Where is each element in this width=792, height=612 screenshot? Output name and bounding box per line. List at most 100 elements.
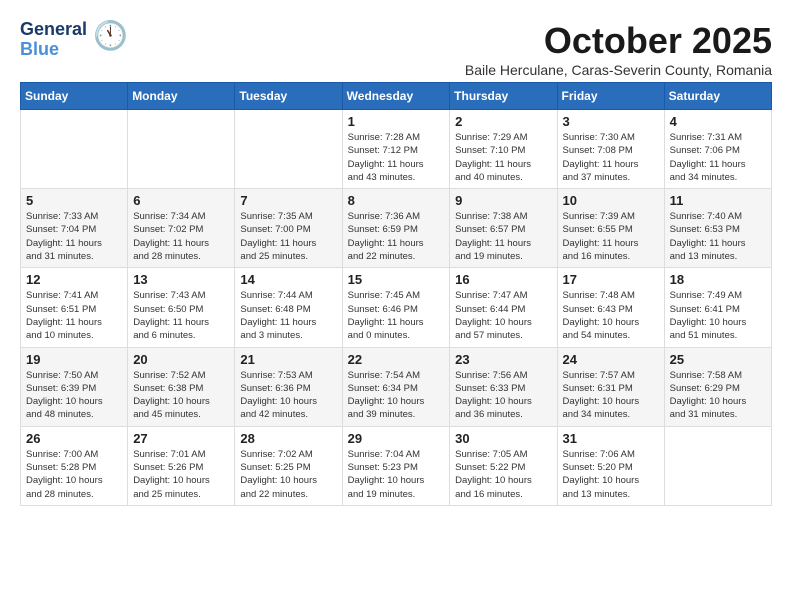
day-info: Sunrise: 7:48 AM Sunset: 6:43 PM Dayligh…	[563, 289, 659, 342]
day-header-monday: Monday	[128, 83, 235, 110]
day-info: Sunrise: 7:31 AM Sunset: 7:06 PM Dayligh…	[670, 131, 766, 184]
day-number: 22	[348, 352, 445, 367]
day-info: Sunrise: 7:56 AM Sunset: 6:33 PM Dayligh…	[455, 369, 551, 422]
day-number: 23	[455, 352, 551, 367]
calendar-cell: 23 Sunrise: 7:56 AM Sunset: 6:33 PM Dayli…	[450, 347, 557, 426]
day-number: 27	[133, 431, 229, 446]
day-number: 15	[348, 272, 445, 287]
calendar-cell: 26 Sunrise: 7:00 AM Sunset: 5:28 PM Dayli…	[21, 426, 128, 505]
day-info: Sunrise: 7:34 AM Sunset: 7:02 PM Dayligh…	[133, 210, 229, 263]
day-info: Sunrise: 7:39 AM Sunset: 6:55 PM Dayligh…	[563, 210, 659, 263]
day-info: Sunrise: 7:41 AM Sunset: 6:51 PM Dayligh…	[26, 289, 122, 342]
day-header-sunday: Sunday	[21, 83, 128, 110]
calendar-cell: 29Sunrise: 7:04 AM Sunset: 5:23 PM Dayli…	[342, 426, 450, 505]
day-number: 7	[240, 193, 336, 208]
calendar-cell: 12 Sunrise: 7:41 AM Sunset: 6:51 PM Dayli…	[21, 268, 128, 347]
calendar-header-row: SundayMondayTuesdayWednesdayThursdayFrid…	[21, 83, 772, 110]
calendar-cell: 7 Sunrise: 7:35 AM Sunset: 7:00 PM Daylig…	[235, 189, 342, 268]
calendar-cell: 24 Sunrise: 7:57 AM Sunset: 6:31 PM Dayli…	[557, 347, 664, 426]
calendar-cell: 25Sunrise: 7:58 AM Sunset: 6:29 PM Dayli…	[664, 347, 771, 426]
day-info: Sunrise: 7:52 AM Sunset: 6:38 PM Dayligh…	[133, 369, 229, 422]
calendar-cell: 1 Sunrise: 7:28 AM Sunset: 7:12 PM Daylig…	[342, 110, 450, 189]
day-info: Sunrise: 7:00 AM Sunset: 5:28 PM Dayligh…	[26, 448, 122, 501]
day-number: 3	[563, 114, 659, 129]
calendar-cell: 19 Sunrise: 7:50 AM Sunset: 6:39 PM Dayli…	[21, 347, 128, 426]
day-number: 18	[670, 272, 766, 287]
calendar-week-row: 26 Sunrise: 7:00 AM Sunset: 5:28 PM Dayli…	[21, 426, 772, 505]
day-number: 31	[563, 431, 659, 446]
logo-line1: General	[20, 20, 87, 40]
day-number: 12	[26, 272, 122, 287]
day-info: Sunrise: 7:33 AM Sunset: 7:04 PM Dayligh…	[26, 210, 122, 263]
logo-bird-icon: 🕚	[93, 19, 128, 52]
day-number: 5	[26, 193, 122, 208]
calendar-week-row: 12 Sunrise: 7:41 AM Sunset: 6:51 PM Dayli…	[21, 268, 772, 347]
calendar-cell: 9 Sunrise: 7:38 AM Sunset: 6:57 PM Daylig…	[450, 189, 557, 268]
day-number: 24	[563, 352, 659, 367]
day-info: Sunrise: 7:53 AM Sunset: 6:36 PM Dayligh…	[240, 369, 336, 422]
day-info: Sunrise: 7:50 AM Sunset: 6:39 PM Dayligh…	[26, 369, 122, 422]
day-number: 19	[26, 352, 122, 367]
page-header: General Blue 🕚 October 2025 Baile Hercul…	[20, 20, 772, 78]
calendar-cell: 15 Sunrise: 7:45 AM Sunset: 6:46 PM Dayli…	[342, 268, 450, 347]
day-number: 28	[240, 431, 336, 446]
day-number: 13	[133, 272, 229, 287]
day-number: 16	[455, 272, 551, 287]
calendar-cell	[21, 110, 128, 189]
day-header-wednesday: Wednesday	[342, 83, 450, 110]
day-info: Sunrise: 7:35 AM Sunset: 7:00 PM Dayligh…	[240, 210, 336, 263]
calendar-week-row: 5 Sunrise: 7:33 AM Sunset: 7:04 PM Daylig…	[21, 189, 772, 268]
day-number: 14	[240, 272, 336, 287]
calendar-cell: 2 Sunrise: 7:29 AM Sunset: 7:10 PM Daylig…	[450, 110, 557, 189]
day-header-thursday: Thursday	[450, 83, 557, 110]
calendar-cell: 4 Sunrise: 7:31 AM Sunset: 7:06 PM Daylig…	[664, 110, 771, 189]
day-info: Sunrise: 7:36 AM Sunset: 6:59 PM Dayligh…	[348, 210, 445, 263]
calendar-cell	[664, 426, 771, 505]
day-info: Sunrise: 7:30 AM Sunset: 7:08 PM Dayligh…	[563, 131, 659, 184]
calendar-cell: 22Sunrise: 7:54 AM Sunset: 6:34 PM Dayli…	[342, 347, 450, 426]
calendar-cell: 10 Sunrise: 7:39 AM Sunset: 6:55 PM Dayli…	[557, 189, 664, 268]
day-header-saturday: Saturday	[664, 83, 771, 110]
day-info: Sunrise: 7:29 AM Sunset: 7:10 PM Dayligh…	[455, 131, 551, 184]
day-number: 2	[455, 114, 551, 129]
day-header-friday: Friday	[557, 83, 664, 110]
calendar-cell: 5 Sunrise: 7:33 AM Sunset: 7:04 PM Daylig…	[21, 189, 128, 268]
calendar-cell: 17 Sunrise: 7:48 AM Sunset: 6:43 PM Dayli…	[557, 268, 664, 347]
day-info: Sunrise: 7:45 AM Sunset: 6:46 PM Dayligh…	[348, 289, 445, 342]
day-number: 30	[455, 431, 551, 446]
calendar-week-row: 19 Sunrise: 7:50 AM Sunset: 6:39 PM Dayli…	[21, 347, 772, 426]
month-title: October 2025	[465, 20, 772, 62]
day-info: Sunrise: 7:28 AM Sunset: 7:12 PM Dayligh…	[348, 131, 445, 184]
day-number: 6	[133, 193, 229, 208]
day-number: 10	[563, 193, 659, 208]
day-number: 8	[348, 193, 445, 208]
calendar-cell: 31Sunrise: 7:06 AM Sunset: 5:20 PM Dayli…	[557, 426, 664, 505]
day-number: 4	[670, 114, 766, 129]
logo-line2: Blue	[20, 40, 87, 60]
day-info: Sunrise: 7:44 AM Sunset: 6:48 PM Dayligh…	[240, 289, 336, 342]
calendar-week-row: 1 Sunrise: 7:28 AM Sunset: 7:12 PM Daylig…	[21, 110, 772, 189]
day-number: 1	[348, 114, 445, 129]
day-info: Sunrise: 7:38 AM Sunset: 6:57 PM Dayligh…	[455, 210, 551, 263]
calendar-cell	[128, 110, 235, 189]
day-info: Sunrise: 7:57 AM Sunset: 6:31 PM Dayligh…	[563, 369, 659, 422]
logo: General Blue 🕚	[20, 20, 128, 60]
day-info: Sunrise: 7:58 AM Sunset: 6:29 PM Dayligh…	[670, 369, 766, 422]
calendar-cell: 18Sunrise: 7:49 AM Sunset: 6:41 PM Dayli…	[664, 268, 771, 347]
calendar-cell: 14 Sunrise: 7:44 AM Sunset: 6:48 PM Dayli…	[235, 268, 342, 347]
day-number: 9	[455, 193, 551, 208]
calendar-cell: 27 Sunrise: 7:01 AM Sunset: 5:26 PM Dayli…	[128, 426, 235, 505]
day-info: Sunrise: 7:01 AM Sunset: 5:26 PM Dayligh…	[133, 448, 229, 501]
day-info: Sunrise: 7:43 AM Sunset: 6:50 PM Dayligh…	[133, 289, 229, 342]
day-number: 17	[563, 272, 659, 287]
calendar-cell: 16 Sunrise: 7:47 AM Sunset: 6:44 PM Dayli…	[450, 268, 557, 347]
calendar-cell: 28Sunrise: 7:02 AM Sunset: 5:25 PM Dayli…	[235, 426, 342, 505]
day-number: 29	[348, 431, 445, 446]
day-number: 21	[240, 352, 336, 367]
day-info: Sunrise: 7:05 AM Sunset: 5:22 PM Dayligh…	[455, 448, 551, 501]
day-number: 26	[26, 431, 122, 446]
day-info: Sunrise: 7:47 AM Sunset: 6:44 PM Dayligh…	[455, 289, 551, 342]
calendar-cell: 11Sunrise: 7:40 AM Sunset: 6:53 PM Dayli…	[664, 189, 771, 268]
calendar-table: SundayMondayTuesdayWednesdayThursdayFrid…	[20, 82, 772, 506]
day-info: Sunrise: 7:40 AM Sunset: 6:53 PM Dayligh…	[670, 210, 766, 263]
